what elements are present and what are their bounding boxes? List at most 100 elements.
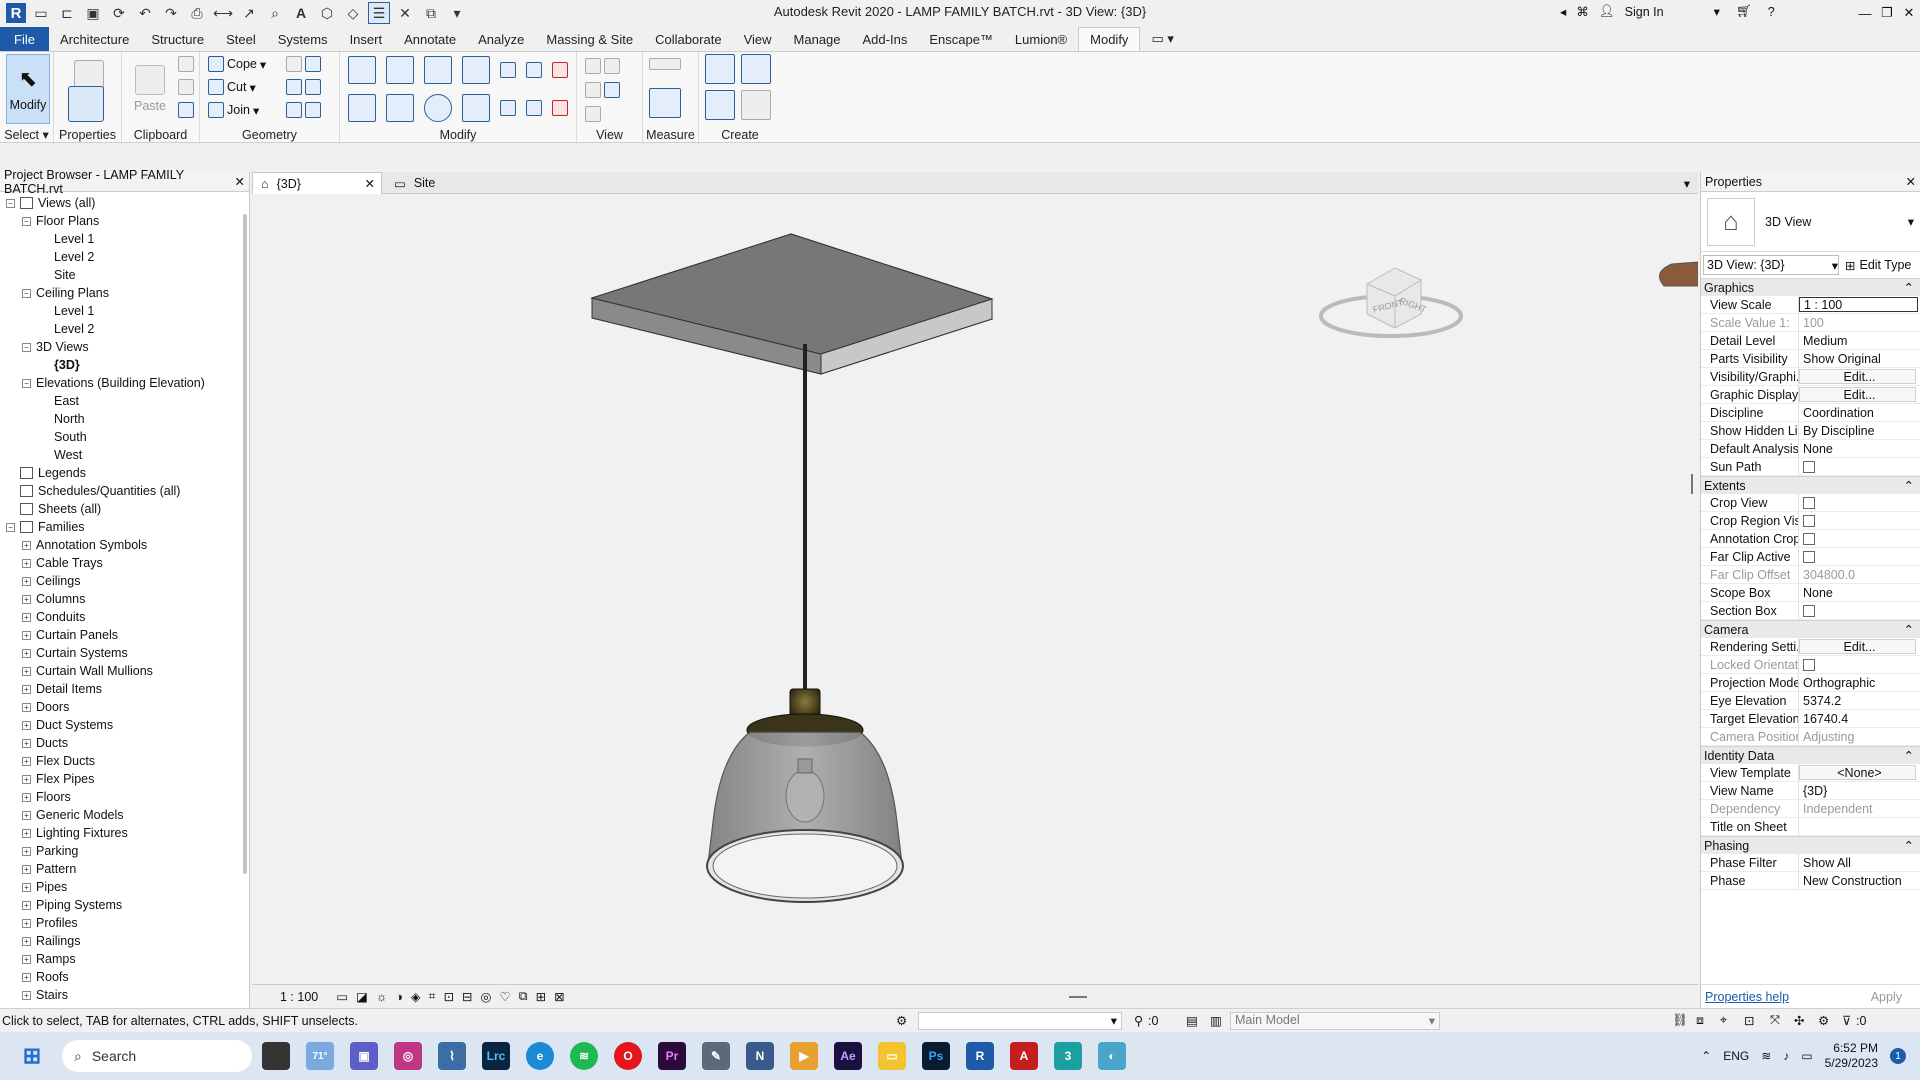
- settings-icon[interactable]: ⚙: [1818, 1013, 1829, 1028]
- tab-modify[interactable]: Modify: [1078, 27, 1141, 51]
- dimension-button[interactable]: [649, 88, 681, 118]
- create-parts-icon[interactable]: [741, 54, 771, 84]
- checkbox[interactable]: [1803, 605, 1815, 617]
- worksharing-icon[interactable]: ⧉: [519, 989, 528, 1004]
- tree-node[interactable]: Level 2: [40, 248, 94, 266]
- text-icon[interactable]: A: [290, 2, 312, 24]
- tree-node[interactable]: + Cable Trays: [22, 554, 103, 572]
- 3dsmax-icon[interactable]: 3: [1054, 1042, 1082, 1070]
- tab-site-view[interactable]: ▭ Site: [386, 172, 526, 194]
- split-gap-icon[interactable]: [526, 62, 542, 78]
- clock[interactable]: 6:52 PM 5/29/2023: [1825, 1041, 1878, 1071]
- property-value[interactable]: Coordination: [1799, 404, 1920, 421]
- collapse-section-icon[interactable]: ⌃: [1904, 280, 1914, 295]
- property-checkbox[interactable]: [1799, 494, 1920, 511]
- tab-systems[interactable]: Systems: [267, 27, 339, 51]
- navisworks-icon[interactable]: N: [746, 1042, 774, 1070]
- properties-help-link[interactable]: Properties help: [1705, 990, 1789, 1004]
- collapse-icon[interactable]: −: [22, 342, 31, 352]
- tree-node[interactable]: + Curtain Panels: [22, 626, 118, 644]
- select-links-icon[interactable]: ⛓: [1672, 1013, 1688, 1028]
- help-icon[interactable]: ?: [1768, 5, 1775, 19]
- tree-node[interactable]: + Stairs: [22, 986, 68, 1004]
- mirror-draw-icon[interactable]: [462, 56, 490, 84]
- back-icon[interactable]: ◂: [1560, 4, 1566, 19]
- property-checkbox[interactable]: [1799, 512, 1920, 529]
- section-icon[interactable]: ◇: [342, 2, 364, 24]
- reveal-hidden-icon[interactable]: ♡: [499, 989, 510, 1004]
- expand-icon[interactable]: +: [22, 684, 31, 694]
- expand-icon[interactable]: +: [22, 720, 31, 730]
- array-icon[interactable]: [500, 100, 516, 116]
- tab-architecture[interactable]: Architecture: [49, 27, 140, 51]
- properties-button[interactable]: [68, 86, 104, 126]
- collapse-section-icon[interactable]: ⌃: [1904, 478, 1914, 493]
- tree-node[interactable]: Level 1: [40, 302, 94, 320]
- ribbon-options-icon[interactable]: ▭ ▾: [1140, 27, 1184, 51]
- 3d-view-canvas[interactable]: FRONT RIGHT: [252, 194, 1698, 984]
- folder-icon[interactable]: ⊏: [56, 2, 78, 24]
- apply-button[interactable]: Apply: [1857, 988, 1916, 1006]
- design-option-dropdown[interactable]: Main Model ▾: [1230, 1011, 1440, 1030]
- property-edit-button[interactable]: Edit...: [1799, 387, 1916, 402]
- temp-hide-icon[interactable]: ◎: [481, 989, 492, 1004]
- property-checkbox[interactable]: [1799, 548, 1920, 565]
- collapse-icon[interactable]: −: [6, 522, 15, 532]
- mirror-axis-icon[interactable]: [424, 56, 452, 84]
- delete-icon[interactable]: [552, 100, 568, 116]
- property-value[interactable]: {3D}: [1799, 782, 1920, 799]
- property-value[interactable]: By Discipline: [1799, 422, 1920, 439]
- customize-qat-icon[interactable]: ▾: [446, 2, 468, 24]
- tree-node[interactable]: + Columns: [22, 590, 85, 608]
- opera-icon[interactable]: O: [614, 1042, 642, 1070]
- workset-dropdown[interactable]: ▾: [918, 1011, 1122, 1030]
- tree-node[interactable]: + Piping Systems: [22, 896, 122, 914]
- select-underlay-icon[interactable]: ⧈: [1696, 1013, 1704, 1028]
- battery-icon[interactable]: ▭: [1801, 1049, 1812, 1063]
- expand-icon[interactable]: +: [22, 774, 31, 784]
- tree-node[interactable]: + Flex Pipes: [22, 770, 94, 788]
- sync-icon[interactable]: ⟳: [108, 2, 130, 24]
- tree-node[interactable]: − Families: [6, 518, 85, 536]
- spotify-icon[interactable]: ≋: [570, 1042, 598, 1070]
- checkbox[interactable]: [1803, 533, 1815, 545]
- drag-elements-icon[interactable]: ⤧: [1770, 1013, 1780, 1028]
- cut-geometry-button[interactable]: Cut ▾: [208, 79, 256, 95]
- revit-taskbar-icon[interactable]: R: [966, 1042, 994, 1070]
- override-graphics-button[interactable]: [585, 58, 620, 74]
- property-section-header[interactable]: Extents ⌃: [1701, 476, 1920, 494]
- close-icon[interactable]: ✕: [1898, 0, 1920, 26]
- instagram-icon[interactable]: ◎: [394, 1042, 422, 1070]
- property-edit-button[interactable]: Edit...: [1799, 639, 1916, 654]
- switch-windows-icon[interactable]: ⧉: [420, 2, 442, 24]
- tab-enscape[interactable]: Enscape™: [918, 27, 1004, 51]
- unpin-icon[interactable]: [552, 62, 568, 78]
- after-effects-icon[interactable]: Ae: [834, 1042, 862, 1070]
- tab-steel[interactable]: Steel: [215, 27, 267, 51]
- weather-icon[interactable]: 71°: [306, 1042, 334, 1070]
- monitor-app-icon[interactable]: ⌇: [438, 1042, 466, 1070]
- minimize-icon[interactable]: —: [1854, 0, 1876, 26]
- cope-button[interactable]: Cope ▾: [208, 56, 266, 72]
- analytical-model-icon[interactable]: ⊞: [536, 989, 546, 1004]
- expand-icon[interactable]: +: [22, 738, 31, 748]
- binoculars-icon[interactable]: ⌘: [1576, 4, 1589, 19]
- tree-node[interactable]: + Ducts: [22, 734, 68, 752]
- close-icon[interactable]: ✕: [1906, 174, 1916, 189]
- expand-icon[interactable]: +: [22, 810, 31, 820]
- property-section-header[interactable]: Graphics ⌃: [1701, 278, 1920, 296]
- tree-node[interactable]: − Elevations (Building Elevation): [22, 374, 205, 392]
- worksets-icon[interactable]: ⚙: [896, 1013, 907, 1028]
- expand-icon[interactable]: +: [22, 756, 31, 766]
- detail-level-icon[interactable]: ▭: [336, 989, 348, 1004]
- tree-node[interactable]: − Views (all): [6, 194, 95, 212]
- expand-icon[interactable]: +: [22, 540, 31, 550]
- chevron-up-icon[interactable]: ⌃: [1701, 1049, 1711, 1063]
- select-by-face-icon[interactable]: ⊡: [1744, 1013, 1754, 1028]
- expand-icon[interactable]: +: [22, 576, 31, 586]
- measure-between-button[interactable]: [649, 58, 681, 70]
- instance-selector[interactable]: 3D View: {3D} ▾: [1703, 255, 1839, 275]
- scale-icon[interactable]: [526, 100, 542, 116]
- tree-node[interactable]: South: [40, 428, 87, 446]
- property-value[interactable]: Medium: [1799, 332, 1920, 349]
